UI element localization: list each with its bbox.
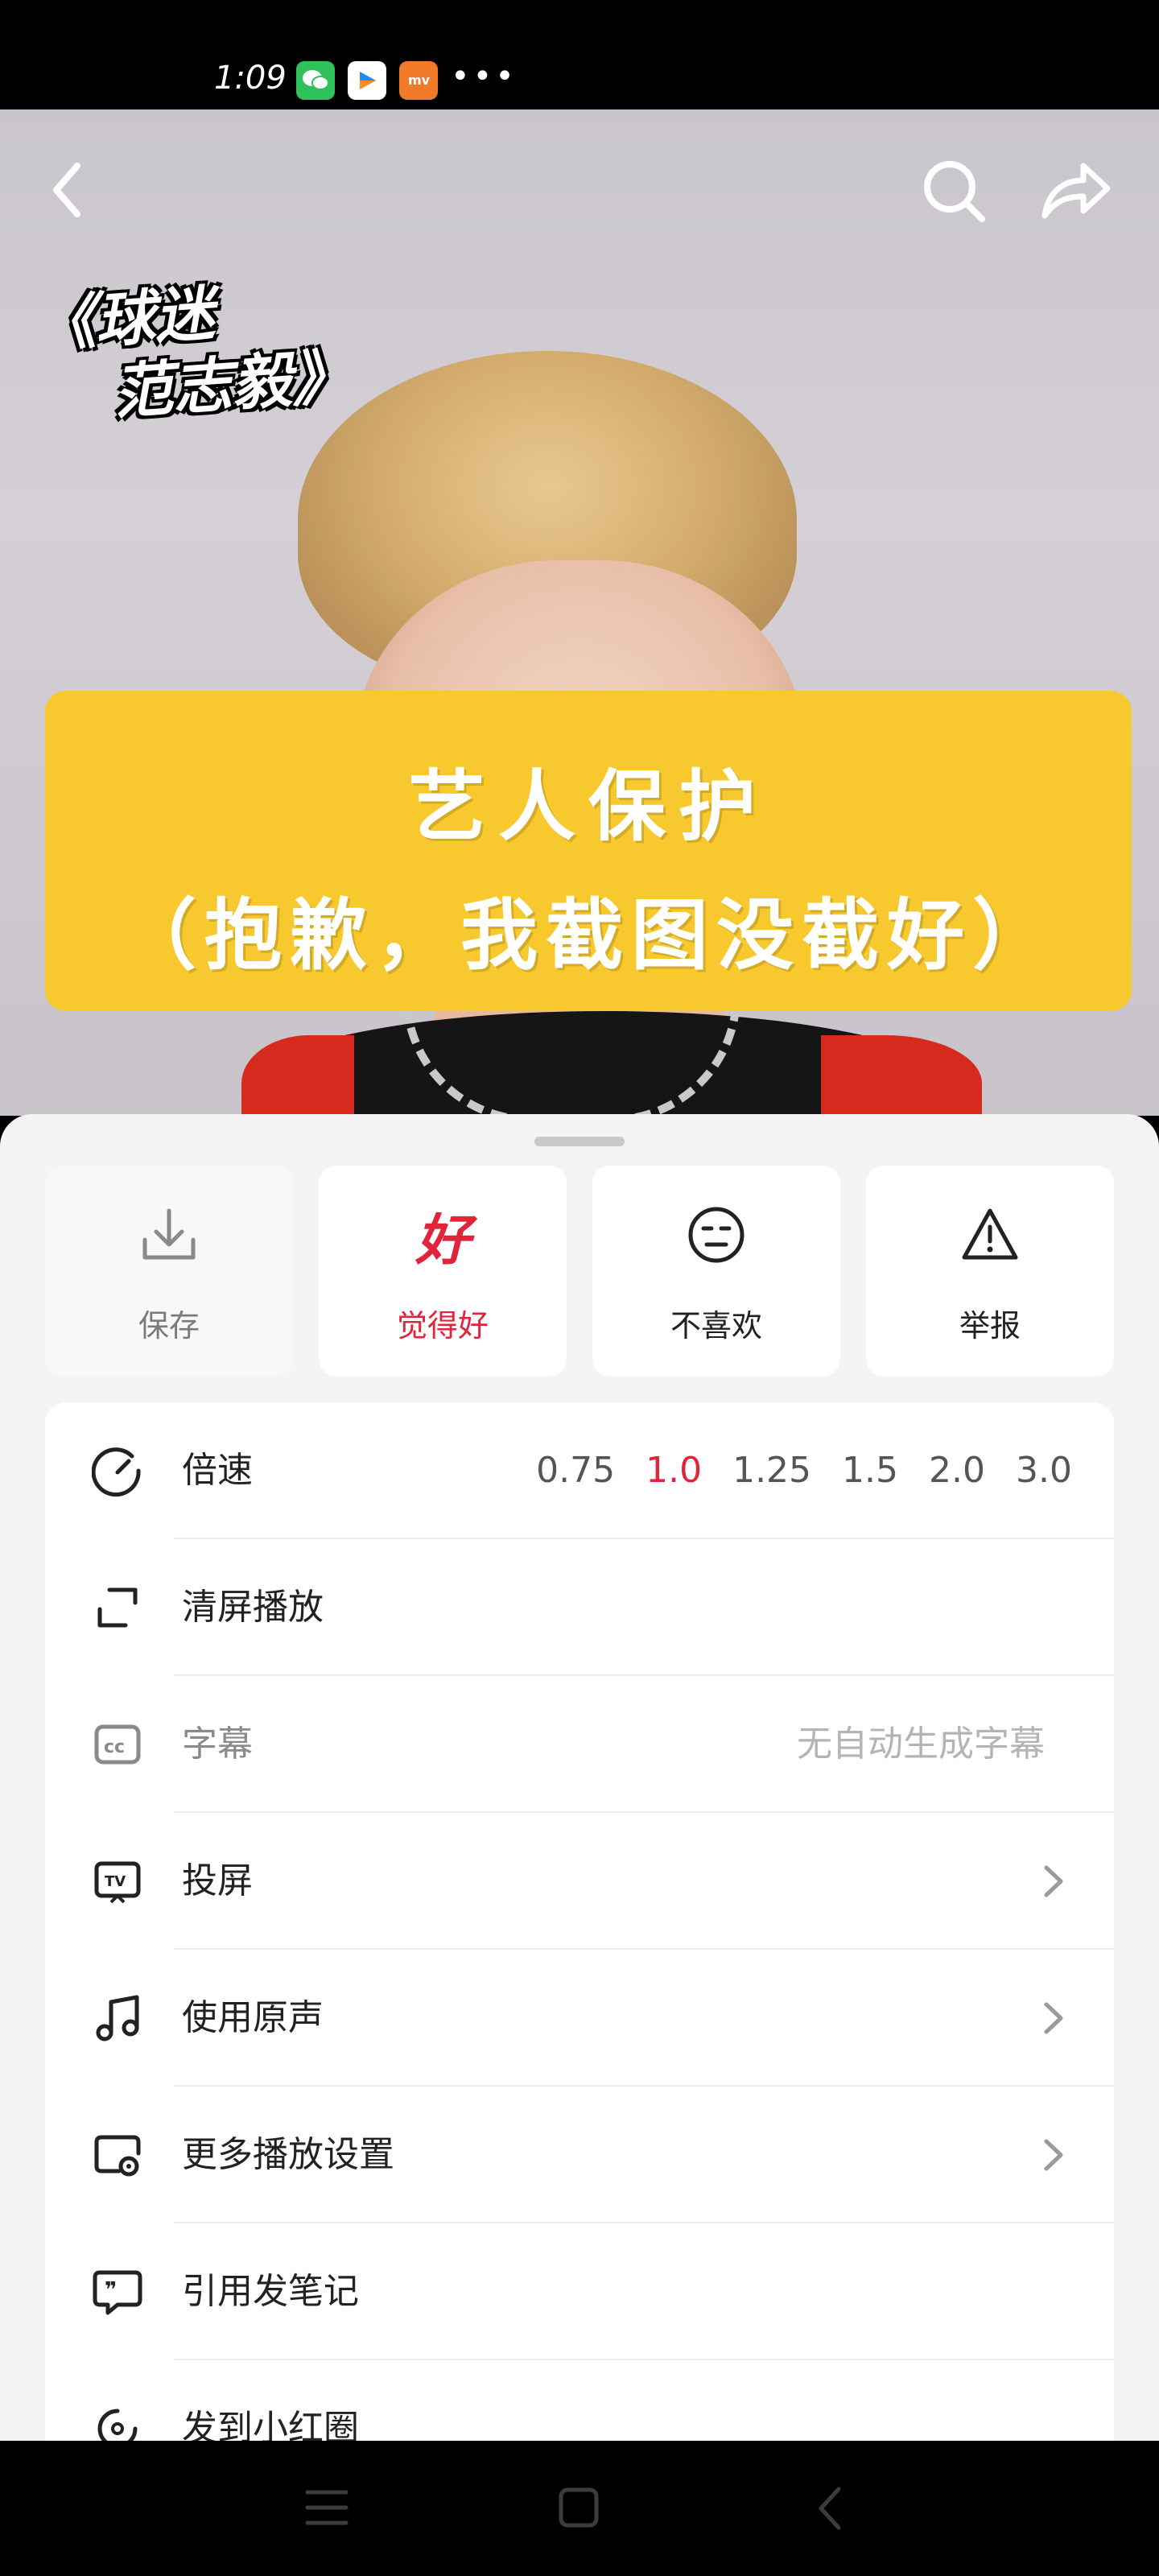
svg-text:TV: TV [105,1873,126,1890]
banner-subtitle: （抱歉，我截图没截好） [119,890,1058,980]
clear-screen-row[interactable]: 清屏播放 [45,1539,1114,1676]
speed-option-1-5[interactable]: 1.5 [842,1449,898,1492]
back-arrow-icon [53,163,80,217]
search-icon [924,161,985,222]
send-to-circle-row[interactable]: 发到小红圈 [45,2360,1114,2441]
original-sound-label: 使用原声 [182,1997,324,2038]
settings-screen-icon [92,2129,143,2181]
original-sound-row[interactable]: 使用原声 [45,1950,1114,2087]
video-player[interactable]: 《球迷 范志毅》 艺人保护 （抱歉，我截图没截好） [0,109,1159,1116]
dislike-button[interactable]: 不喜欢 [592,1166,840,1377]
wechat-icon [296,61,335,100]
save-label: 保存 [138,1308,200,1344]
subtitles-status: 无自动生成字幕 [797,1724,1045,1765]
back-chevron-icon [819,2487,841,2530]
subtitles-label: 字幕 [182,1724,253,1765]
video-app-icon [348,61,386,100]
chevron-right-icon [1044,2002,1063,2034]
svg-text:cc: cc [104,1737,125,1757]
chevron-right-icon [1044,1865,1063,1897]
svg-text:mv: mv [408,72,431,88]
cast-row[interactable]: TV 投屏 [45,1813,1114,1950]
speed-option-2-0[interactable]: 2.0 [929,1449,985,1492]
chevron-right-icon [1044,2139,1063,2171]
system-nav-bar [0,2441,1159,2576]
like-label: 觉得好 [396,1308,489,1344]
artist-protection-banner: 艺人保护 （抱歉，我截图没截好） [45,691,1132,1011]
speed-option-1-25[interactable]: 1.25 [732,1449,811,1492]
show-logo: 《球迷 范志毅》 [33,268,357,451]
options-sheet: 保存 好 觉得好 不喜欢 举报 倍速 0.75 1.0 1.25 1.5 2.0… [0,1114,1159,2441]
speed-row: 倍速 0.75 1.0 1.25 1.5 2.0 3.0 [45,1402,1114,1539]
meh-face-icon [592,1203,840,1267]
fullscreen-icon [92,1582,143,1633]
back-nav-button[interactable] [815,2484,847,2533]
speed-label: 倍速 [182,1450,253,1491]
home-nav-button[interactable] [557,2486,600,2529]
quote-bubble-icon: ❞ [92,2266,143,2318]
speed-options: 0.75 1.0 1.25 1.5 2.0 3.0 [505,1449,1072,1492]
quote-note-row[interactable]: ❞ 引用发笔记 [45,2223,1114,2360]
more-playback-settings-row[interactable]: 更多播放设置 [45,2087,1114,2223]
speedometer-icon [92,1445,143,1496]
speed-option-3-0[interactable]: 3.0 [1016,1449,1072,1492]
cc-icon: cc [92,1719,143,1770]
shirt-stripe-right [821,1035,982,1116]
speed-option-0-75[interactable]: 0.75 [536,1449,615,1492]
more-playback-settings-label: 更多播放设置 [182,2134,394,2175]
circle-icon [92,2403,143,2441]
sheet-drag-handle[interactable] [534,1137,625,1146]
quote-note-label: 引用发笔记 [182,2271,359,2312]
status-bar: 1:09 mv ••• [0,0,1159,109]
svg-text:❞: ❞ [105,2278,117,2302]
share-arrow-icon [1041,163,1111,219]
send-to-circle-label: 发到小红圈 [182,2408,359,2441]
menu-lines-icon [305,2490,349,2525]
home-square-icon [559,2487,599,2528]
mv-app-icon: mv [399,61,438,100]
search-button[interactable] [921,158,988,225]
tv-cast-icon: TV [92,1856,143,1907]
report-label: 举报 [959,1308,1021,1344]
subtitles-row[interactable]: cc 字幕 无自动生成字幕 [45,1676,1114,1813]
good-icon: 好 [319,1203,567,1273]
warning-icon [866,1203,1114,1267]
share-button[interactable] [1037,156,1114,224]
download-icon [45,1203,293,1267]
menu-nav-button[interactable] [304,2487,349,2528]
like-button[interactable]: 好 觉得好 [319,1166,567,1377]
back-button[interactable] [45,158,93,222]
dislike-label: 不喜欢 [670,1308,762,1344]
clear-screen-label: 清屏播放 [182,1587,324,1628]
cast-label: 投屏 [182,1860,253,1901]
status-more-icon: ••• [451,58,518,95]
good-glyph: 好 [415,1208,470,1273]
music-note-icon [92,1992,143,2044]
save-button[interactable]: 保存 [45,1166,293,1377]
banner-title: 艺人保护 [408,761,769,852]
status-time: 1:09 [214,60,287,97]
shirt-stripe-left [241,1035,354,1116]
settings-list: 倍速 0.75 1.0 1.25 1.5 2.0 3.0 清屏播放 cc 字幕 … [45,1402,1114,2441]
speed-option-1-0[interactable]: 1.0 [645,1449,702,1492]
report-button[interactable]: 举报 [866,1166,1114,1377]
